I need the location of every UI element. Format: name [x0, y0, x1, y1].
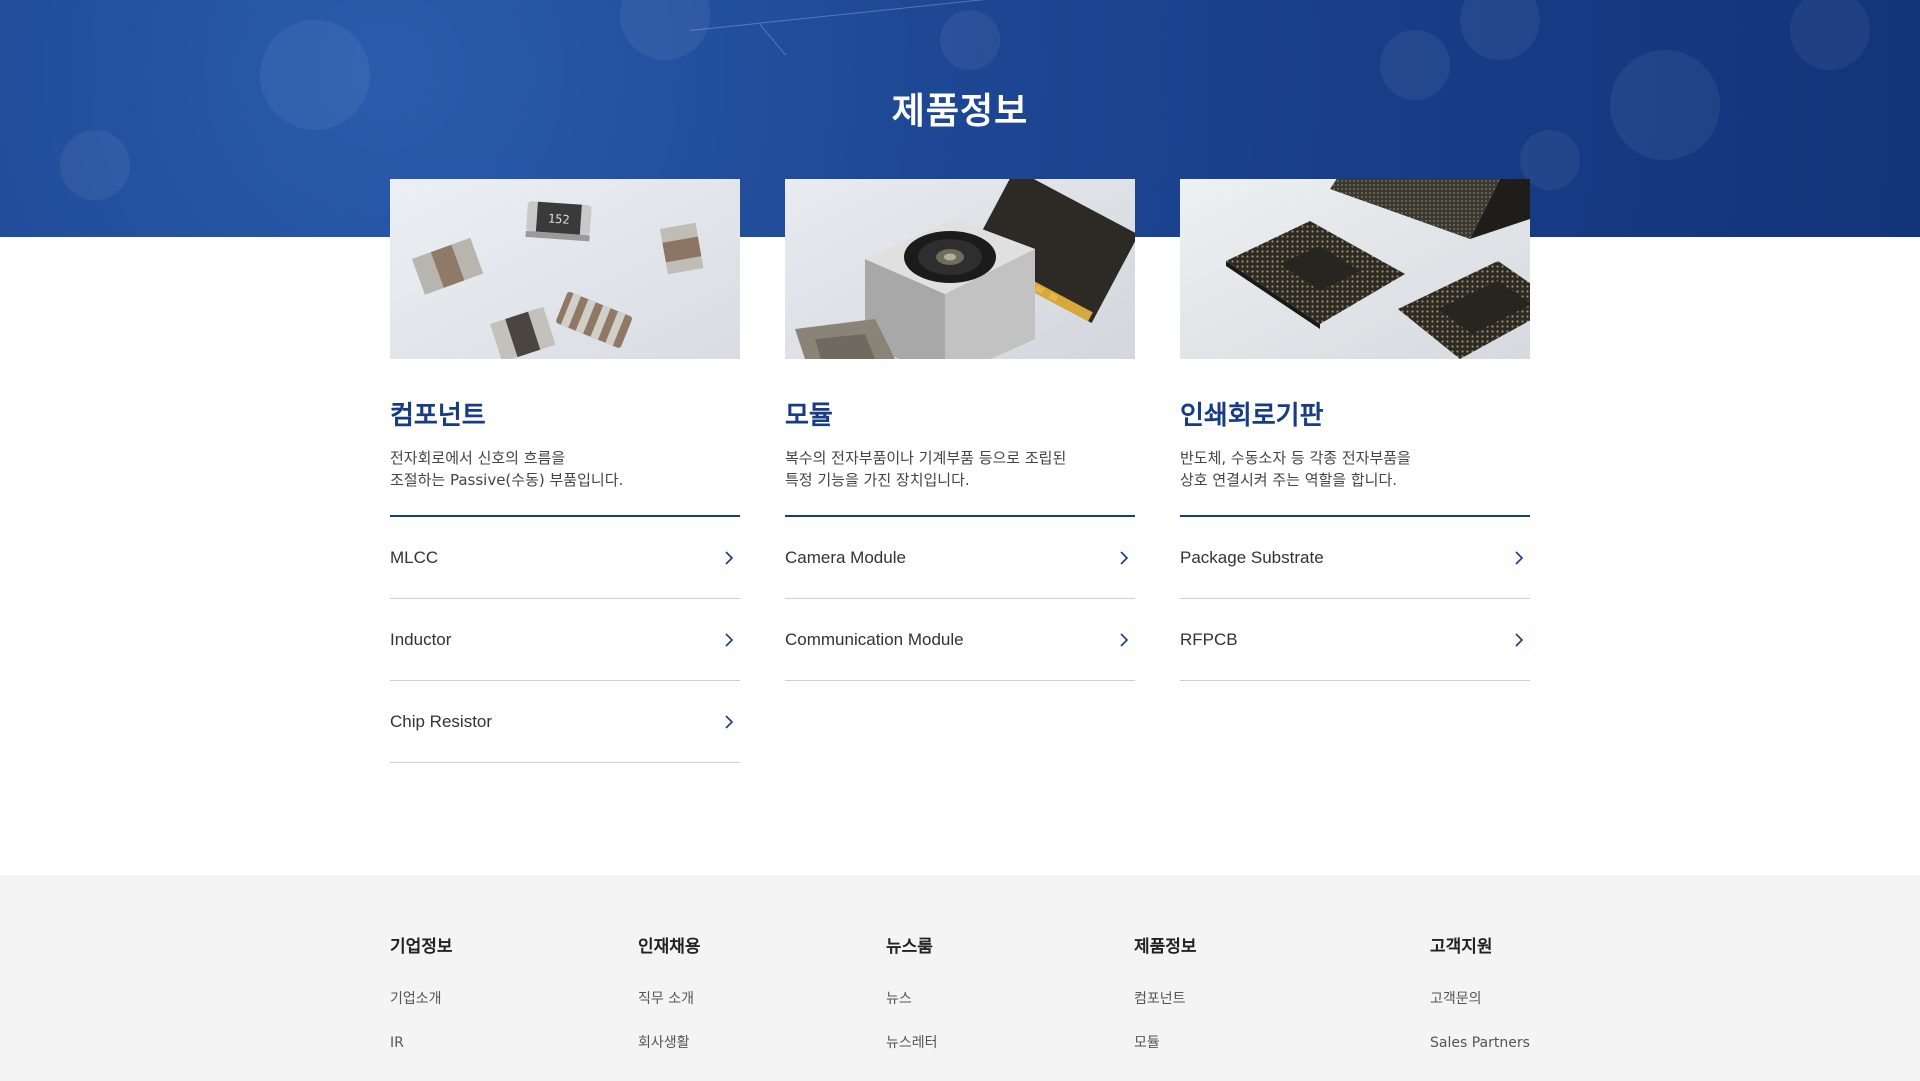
product-list: Camera Module Communication Module — [785, 517, 1135, 681]
footer-heading: 뉴스룸 — [886, 937, 933, 957]
card-description: 복수의 전자부품이나 기계부품 등으로 조립된 특정 기능을 가진 장치입니다. — [785, 447, 1135, 493]
product-link-label: Inductor — [390, 629, 452, 649]
product-link-communication-module[interactable]: Communication Module — [785, 599, 1135, 681]
chevron-right-icon — [1113, 547, 1135, 569]
card-title: 모듈 — [785, 401, 833, 431]
pcb-image — [1180, 179, 1530, 359]
footer-heading: 기업정보 — [390, 937, 453, 957]
footer-link[interactable]: 회사생활 — [638, 1031, 701, 1055]
card-description-line: 조절하는 Passive(수동) 부품입니다. — [390, 471, 624, 489]
footer-link[interactable]: 고객문의 — [1430, 987, 1530, 1011]
product-link-camera-module[interactable]: Camera Module — [785, 517, 1135, 599]
product-list: MLCC Inductor Chip Resistor — [390, 517, 740, 763]
product-link-label: RFPCB — [1180, 629, 1238, 649]
chevron-right-icon — [718, 547, 740, 569]
footer-link[interactable]: 직무 소개 — [638, 987, 701, 1011]
card-description-line: 복수의 전자부품이나 기계부품 등으로 조립된 — [785, 449, 1067, 467]
chevron-right-icon — [1508, 629, 1530, 651]
page-title: 제품정보 — [891, 91, 1029, 132]
bokeh-decoration — [940, 10, 1000, 70]
product-card-pcb: 인쇄회로기판 반도체, 수동소자 등 각종 전자부품을 상호 연결시켜 주는 역… — [1180, 179, 1530, 681]
card-description-line: 반도체, 수동소자 등 각종 전자부품을 — [1180, 449, 1411, 467]
card-description-line: 전자회로에서 신호의 흐름을 — [390, 449, 566, 467]
footer-heading: 제품정보 — [1134, 937, 1197, 957]
product-card-modules: 모듈 복수의 전자부품이나 기계부품 등으로 조립된 특정 기능을 가진 장치입… — [785, 179, 1135, 681]
card-description: 반도체, 수동소자 등 각종 전자부품을 상호 연결시켜 주는 역할을 합니다. — [1180, 447, 1530, 493]
product-link-rfpcb[interactable]: RFPCB — [1180, 599, 1530, 681]
footer-link[interactable]: 뉴스레터 — [886, 1031, 938, 1055]
card-title: 인쇄회로기판 — [1180, 401, 1324, 431]
product-card-components: 152 컴포넌트 전자회로에서 신호의 흐름을 조절하는 Passive(수동)… — [390, 179, 740, 763]
footer-link[interactable]: 컴포넌트 — [1134, 987, 1197, 1011]
footer-link[interactable]: 모듈 — [1134, 1031, 1197, 1055]
components-image: 152 — [390, 179, 740, 359]
product-link-chip-resistor[interactable]: Chip Resistor — [390, 681, 740, 763]
chevron-right-icon — [718, 711, 740, 733]
footer-link[interactable]: 기업소개 — [390, 987, 453, 1011]
footer-column-newsroom: 뉴스룸 뉴스 뉴스레터 — [886, 935, 938, 1055]
product-link-label: MLCC — [390, 547, 439, 567]
footer-link[interactable]: 뉴스 — [886, 987, 938, 1011]
product-link-package-substrate[interactable]: Package Substrate — [1180, 517, 1530, 599]
product-link-label: Camera Module — [785, 547, 906, 567]
footer-heading: 고객지원 — [1430, 937, 1493, 957]
chevron-right-icon — [1113, 629, 1135, 651]
product-link-label: Communication Module — [785, 629, 964, 649]
footer-column-support: 고객지원 고객문의 Sales Partners — [1430, 935, 1530, 1055]
bokeh-decoration — [1790, 0, 1870, 70]
product-link-label: Package Substrate — [1180, 547, 1324, 567]
card-description-line: 상호 연결시켜 주는 역할을 합니다. — [1180, 471, 1398, 489]
svg-text:152: 152 — [548, 211, 571, 226]
modules-image — [785, 179, 1135, 359]
footer: 기업정보 기업소개 IR 인재채용 직무 소개 회사생활 뉴스룸 뉴스 뉴스레터… — [0, 875, 1920, 1081]
card-description: 전자회로에서 신호의 흐름을 조절하는 Passive(수동) 부품입니다. — [390, 447, 740, 493]
footer-link[interactable]: Sales Partners — [1430, 1031, 1530, 1055]
footer-column-products: 제품정보 컴포넌트 모듈 — [1134, 935, 1197, 1055]
footer-link[interactable]: IR — [390, 1031, 453, 1055]
product-link-mlcc[interactable]: MLCC — [390, 517, 740, 599]
card-title: 컴포넌트 — [390, 401, 486, 431]
footer-column-company: 기업정보 기업소개 IR — [390, 935, 453, 1055]
product-link-label: Chip Resistor — [390, 711, 493, 731]
chevron-right-icon — [1508, 547, 1530, 569]
footer-column-careers: 인재채용 직무 소개 회사생활 — [638, 935, 701, 1055]
footer-heading: 인재채용 — [638, 937, 701, 957]
bokeh-decoration — [1460, 0, 1540, 60]
product-list: Package Substrate RFPCB — [1180, 517, 1530, 681]
card-description-line: 특정 기능을 가진 장치입니다. — [785, 471, 970, 489]
chevron-right-icon — [718, 629, 740, 651]
product-link-inductor[interactable]: Inductor — [390, 599, 740, 681]
bokeh-decoration — [60, 130, 130, 200]
hero-line-decoration — [759, 24, 787, 56]
